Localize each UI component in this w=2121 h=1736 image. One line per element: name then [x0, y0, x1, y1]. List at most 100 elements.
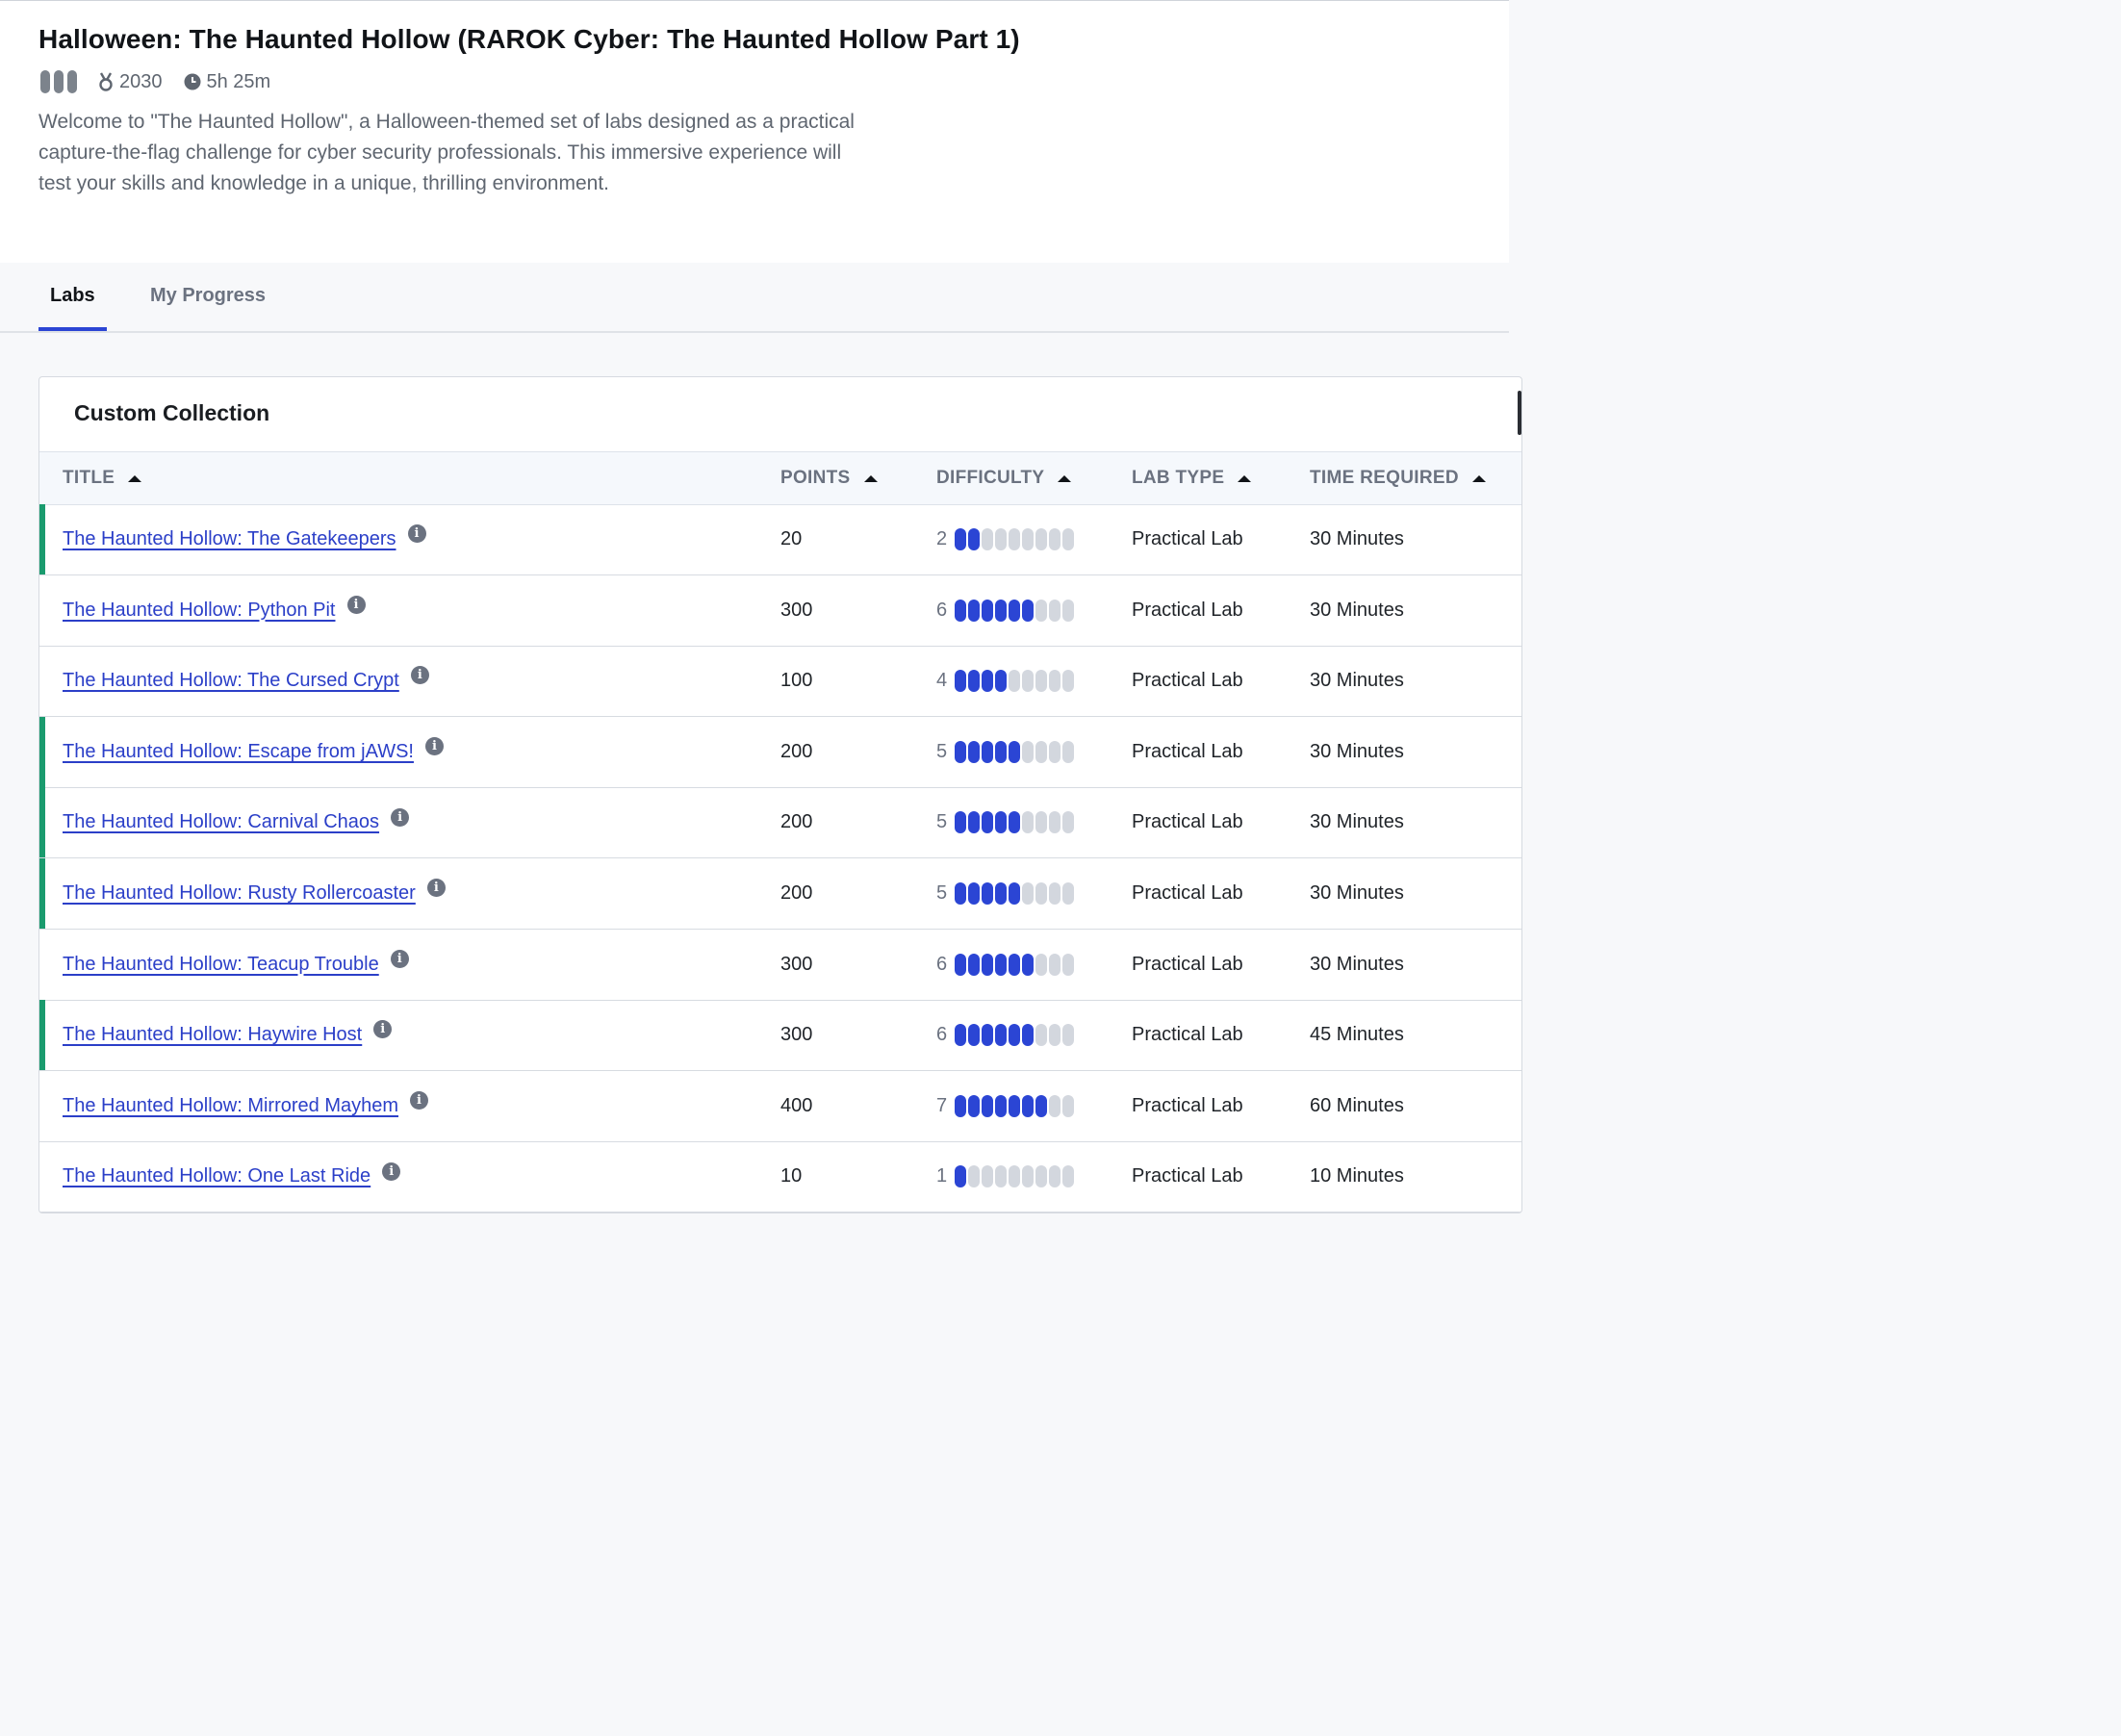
difficulty-pill [982, 740, 994, 763]
difficulty-pill [1062, 882, 1075, 905]
difficulty-pill [1035, 953, 1048, 976]
table-row: The Haunted Hollow: One Last Ride i 10 1 Pra… [39, 1141, 1521, 1213]
info-icon[interactable]: i [410, 666, 429, 685]
lab-type-cell: Practical Lab [1132, 811, 1243, 833]
info-icon[interactable]: i [426, 879, 446, 898]
time-required-cell: 30 Minutes [1310, 882, 1404, 904]
difficulty-pill [1062, 811, 1075, 834]
difficulty-pill [1035, 1165, 1048, 1188]
difficulty-pill [1035, 1094, 1048, 1117]
difficulty-pill [982, 953, 994, 976]
tab-labs[interactable]: Labs [38, 263, 107, 331]
column-header-difficulty[interactable]: DIFFICULTY [936, 452, 1072, 504]
difficulty-pill [955, 599, 967, 622]
difficulty-pill [995, 953, 1008, 976]
column-header-points[interactable]: POINTS [780, 452, 878, 504]
difficulty-pill [1022, 1094, 1035, 1117]
lab-title-link[interactable]: The Haunted Hollow: Haywire Host [63, 1024, 362, 1045]
time-required-cell: 45 Minutes [1310, 1024, 1404, 1046]
column-header-time-required[interactable]: TIME REQUIRED [1310, 452, 1486, 504]
difficulty-pill [1022, 528, 1035, 550]
difficulty-pill [1062, 599, 1075, 622]
points-cell: 300 [780, 599, 813, 621]
difficulty-pill [1009, 740, 1021, 763]
lab-type-cell: Practical Lab [1132, 953, 1243, 975]
difficulty-meter [955, 953, 1075, 976]
lab-title-link[interactable]: The Haunted Hollow: Python Pit [63, 600, 336, 621]
difficulty-pill [1009, 1024, 1021, 1047]
difficulty-pill [1049, 599, 1061, 622]
lab-type-cell: Practical Lab [1132, 528, 1243, 549]
difficulty-pill [1062, 528, 1075, 550]
points-cell: 300 [780, 953, 813, 975]
table-row: The Haunted Hollow: The Cursed Crypt i 100… [39, 646, 1521, 718]
difficulty-pill [968, 528, 981, 550]
difficulty-meter [955, 882, 1075, 905]
title-cell: The Haunted Hollow: One Last Ride i [63, 1141, 401, 1212]
difficulty-pill [955, 740, 967, 763]
points-cell: 400 [780, 1094, 813, 1116]
difficulty-pill [1035, 882, 1048, 905]
tab-my-progress[interactable]: My Progress [139, 263, 277, 330]
info-icon[interactable]: i [391, 807, 410, 827]
difficulty-pill [982, 1165, 994, 1188]
info-icon[interactable]: i [407, 524, 426, 544]
lab-title-link[interactable]: The Haunted Hollow: Carnival Chaos [63, 811, 379, 832]
lab-title-link[interactable]: The Haunted Hollow: The Gatekeepers [63, 528, 396, 549]
info-icon[interactable]: i [410, 1091, 429, 1111]
difficulty-cell: 1 [936, 1141, 1075, 1212]
difficulty-cell: 5 [936, 717, 1075, 787]
column-header-title[interactable]: TITLE [63, 452, 142, 504]
info-icon[interactable]: i [424, 737, 444, 756]
difficulty-pill [955, 953, 967, 976]
time-required-cell: 60 Minutes [1310, 1094, 1404, 1116]
difficulty-pill [1049, 670, 1061, 693]
info-icon[interactable]: i [346, 595, 366, 614]
lab-title-link[interactable]: The Haunted Hollow: Teacup Trouble [63, 954, 379, 975]
difficulty-pill [1049, 1024, 1061, 1047]
scrollbar-thumb[interactable] [1518, 391, 1521, 435]
info-icon[interactable]: i [373, 1020, 393, 1039]
difficulty-pill [1009, 1094, 1021, 1117]
info-icon[interactable]: i [382, 1162, 401, 1181]
info-icon[interactable]: i [390, 949, 409, 968]
title-cell: The Haunted Hollow: Escape from jAWS! i [63, 717, 444, 787]
difficulty-pill [1049, 1165, 1061, 1188]
difficulty-pill [1022, 953, 1035, 976]
sort-arrow-icon [1238, 474, 1252, 482]
lab-type-cell: Practical Lab [1132, 740, 1243, 762]
difficulty-pill [1062, 670, 1075, 693]
difficulty-pill [1062, 1094, 1075, 1117]
collection-meta: 2030 5h 25m [40, 70, 292, 93]
lab-title-link[interactable]: The Haunted Hollow: One Last Ride [63, 1165, 371, 1187]
difficulty-cell: 7 [936, 1071, 1075, 1141]
lab-type-cell: Practical Lab [1132, 670, 1243, 692]
lab-title-link[interactable]: The Haunted Hollow: Rusty Rollercoaster [63, 882, 416, 904]
sort-arrow-icon [128, 474, 142, 482]
difficulty-pill [1049, 953, 1061, 976]
table-row: The Haunted Hollow: Carnival Chaos i 200 5 P… [39, 787, 1521, 859]
difficulty-pill [955, 670, 967, 693]
column-header-lab-type[interactable]: LAB TYPE [1132, 452, 1252, 504]
difficulty-pill [982, 882, 994, 905]
difficulty-pill [1035, 740, 1048, 763]
difficulty-cell: 4 [936, 646, 1075, 716]
title-cell: The Haunted Hollow: Python Pit i [63, 575, 366, 646]
lab-title-link[interactable]: The Haunted Hollow: The Cursed Crypt [63, 670, 399, 691]
difficulty-value: 5 [936, 740, 948, 762]
difficulty-value: 6 [936, 953, 948, 975]
table-row: The Haunted Hollow: The Gatekeepers i 20 2 P… [39, 504, 1521, 575]
difficulty-pill [955, 1165, 967, 1188]
lab-title-link[interactable]: The Haunted Hollow: Escape from jAWS! [63, 741, 414, 762]
difficulty-pill [1062, 953, 1075, 976]
difficulty-value: 5 [936, 811, 948, 833]
medal-icon [99, 72, 113, 91]
difficulty-pill [955, 811, 967, 834]
difficulty-cell: 5 [936, 858, 1075, 929]
difficulty-value: 6 [936, 599, 948, 621]
page-header: Halloween: The Haunted Hollow (RAROK Cyb… [0, 0, 1509, 264]
duration-meta: 5h 25m [184, 71, 270, 93]
time-required-cell: 30 Minutes [1310, 528, 1404, 549]
lab-title-link[interactable]: The Haunted Hollow: Mirrored Mayhem [63, 1095, 398, 1116]
difficulty-pill [955, 528, 967, 550]
